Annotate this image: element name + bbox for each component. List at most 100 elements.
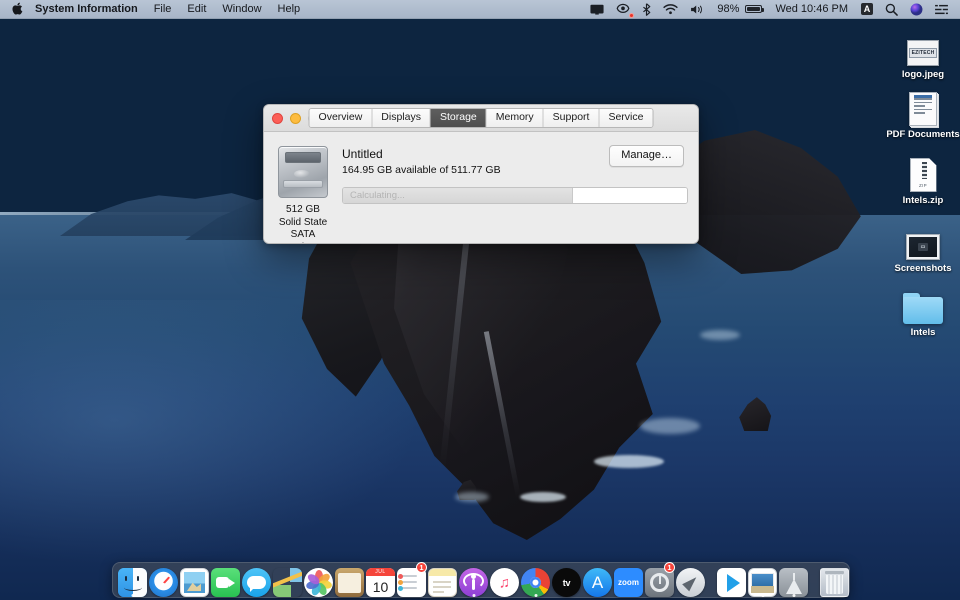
tab-support[interactable]: Support [544, 109, 600, 127]
running-indicator [131, 594, 134, 597]
dock-item-appletv[interactable]: tv [552, 563, 581, 597]
maps-park [273, 585, 291, 597]
running-indicator [792, 594, 795, 597]
menu-app-name[interactable]: System Information [27, 0, 146, 19]
dock-item-launchpad[interactable] [676, 563, 705, 597]
safari-icon [149, 568, 178, 597]
dock-item-trash[interactable] [820, 563, 849, 597]
dock-item-maps[interactable] [273, 563, 302, 597]
pdf-line [914, 105, 925, 107]
manage-button[interactable]: Manage… [609, 145, 684, 167]
dock-item-notes-wallet[interactable] [335, 563, 364, 597]
zip-file-shape [910, 158, 937, 192]
desktop-icon-logo-jpeg[interactable]: EZITECH logo.jpeg [886, 24, 960, 80]
control-center-icon[interactable] [929, 0, 954, 19]
apple-tv-icon: tv [552, 568, 581, 597]
recording-indicator-dot [629, 13, 634, 18]
siri-icon[interactable] [904, 0, 929, 19]
dock-item-chrome[interactable] [521, 563, 550, 597]
window-tab-bar: Overview Displays Storage Memory Support… [309, 108, 654, 128]
dock-item-facetime[interactable] [211, 563, 240, 597]
tab-memory[interactable]: Memory [487, 109, 544, 127]
calendar-month-label: JUL [366, 568, 395, 576]
dock-item-messages[interactable] [242, 563, 271, 597]
chrome-icon [521, 568, 550, 597]
sysinfo-base [751, 586, 774, 593]
screenshot-thumbnail: ▭ [906, 234, 940, 260]
desktop-icon-label: Intels.zip [903, 195, 944, 206]
desktop-icon-intels-zip[interactable]: Intels.zip [886, 150, 960, 206]
dock-item-reminders[interactable]: 1 [397, 563, 426, 597]
facetime-icon [211, 568, 240, 597]
running-indicator [761, 594, 764, 597]
window-title-bar[interactable]: Overview Displays Storage Memory Support… [264, 105, 698, 132]
screenshot-image-icon: ▭ [906, 218, 940, 260]
system-information-window[interactable]: Overview Displays Storage Memory Support… [263, 104, 699, 244]
dock-item-system-information[interactable] [748, 563, 777, 597]
storage-bar-free-segment [573, 188, 687, 203]
wifi-icon[interactable] [657, 0, 684, 19]
volume-icon[interactable] [684, 0, 711, 19]
pdf-line [914, 112, 925, 114]
storage-bar-used-segment: Calculating... [343, 188, 573, 203]
wallpaper-foam [520, 492, 566, 502]
battery-percent-label: 98% [717, 3, 742, 15]
safari-needle [157, 576, 169, 589]
display-mirroring-icon[interactable] [584, 0, 610, 19]
spotlight-search-icon[interactable] [879, 0, 904, 19]
dock-item-preview[interactable] [180, 563, 209, 597]
calendar-icon: JUL 10 [366, 568, 395, 597]
pdf-document-stack-icon [909, 84, 937, 126]
finder-face-left [118, 568, 133, 597]
tab-storage[interactable]: Storage [431, 109, 487, 127]
desktop-icon-pdf-documents[interactable]: PDF Documents [886, 84, 960, 140]
menu-item-file[interactable]: File [146, 0, 180, 19]
system-information-icon [748, 568, 777, 597]
dock-item-finder[interactable] [118, 563, 147, 597]
menu-bar-clock[interactable]: Wed 10:46 PM [768, 0, 855, 19]
wallpaper-foam [700, 330, 740, 340]
system-preferences-badge: 1 [664, 562, 675, 573]
bluetooth-icon[interactable] [636, 0, 657, 19]
dock-item-script-editor[interactable] [779, 563, 808, 597]
screen-recording-icon[interactable] [610, 0, 636, 19]
notes-header [429, 569, 456, 576]
desktop-icon-screenshots[interactable]: ▭ Screenshots [886, 218, 960, 274]
running-indicator [534, 594, 537, 597]
folder-body [903, 297, 943, 324]
tab-overview[interactable]: Overview [310, 109, 373, 127]
podcasts-stem [472, 579, 475, 590]
input-source-indicator[interactable]: A [855, 0, 879, 19]
dock-item-zoom[interactable]: zoom [614, 563, 643, 597]
finder-eye [137, 576, 139, 581]
storage-pane: 512 GB Solid State SATA Drive Untitled 1… [264, 132, 698, 244]
dock-item-system-preferences[interactable]: 1 [645, 563, 674, 597]
dock-item-podcasts[interactable] [459, 563, 488, 597]
dock-item-stickies[interactable] [428, 563, 457, 597]
music-note-glyph: ♫ [499, 574, 510, 591]
dock-item-calendar[interactable]: JUL 10 [366, 563, 395, 597]
apple-logo-icon[interactable] [7, 2, 27, 16]
battery-status[interactable]: 98% [711, 0, 768, 19]
desktop-icon-intels-folder[interactable]: Intels [886, 282, 960, 338]
dock-item-music[interactable]: ♫ [490, 563, 519, 597]
menu-item-help[interactable]: Help [270, 0, 309, 19]
dock-item-safari[interactable] [149, 563, 178, 597]
tab-displays[interactable]: Displays [372, 109, 431, 127]
wallet-icon [335, 568, 364, 597]
desktop-background[interactable] [0, 0, 960, 600]
dock-item-appstore[interactable]: A [583, 563, 612, 597]
dock-item-vscode[interactable] [717, 563, 746, 597]
close-button[interactable] [272, 113, 283, 124]
dock-item-photos[interactable] [304, 563, 333, 597]
tab-service[interactable]: Service [599, 109, 652, 127]
flask-icon [786, 579, 802, 594]
menu-item-window[interactable]: Window [214, 0, 269, 19]
drive-summary: 512 GB Solid State SATA Drive [278, 146, 328, 244]
menu-item-edit[interactable]: Edit [179, 0, 214, 19]
minimize-button[interactable] [290, 113, 301, 124]
reminders-bullet [398, 580, 403, 585]
reminders-bullet [398, 586, 403, 591]
desktop-icon-label: logo.jpeg [902, 69, 944, 80]
battery-fill [747, 7, 759, 11]
